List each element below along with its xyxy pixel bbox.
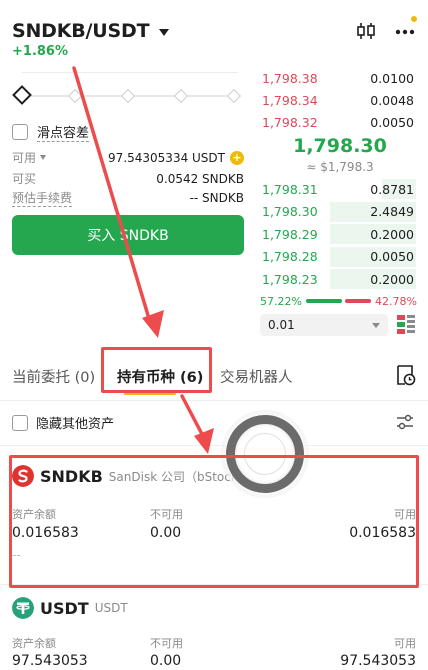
filter-sliders-icon[interactable] [395,412,415,432]
slippage-checkbox[interactable] [12,124,28,140]
buy-ratio-bar [305,299,342,303]
asset-symbol: USDT [40,598,89,618]
depth-value: 0.01 [268,318,295,332]
slider-node-50[interactable] [120,88,136,104]
available-row: 可用 97.54305334 USDT + [12,149,244,166]
mid-price-fiat: ≈ $1,798.3 [306,160,374,174]
buy-ratio: 57.22% [260,294,302,308]
ask-row[interactable]: 1,798.38 0.0100 [260,67,416,89]
sell-ratio: 42.78% [374,294,417,308]
bid-row[interactable]: 1,798.28 0.0050 [260,246,416,268]
hide-other-assets-toggle[interactable]: 隐藏其他资产 [12,413,114,432]
ask-price: 1,798.38 [262,70,318,86]
candlestick-icon[interactable] [356,21,376,41]
bid-price: 1,798.23 [262,271,318,287]
fee-label: 预估手续费 [12,191,73,207]
bid-qty: 0.2000 [370,226,414,242]
pair-title: SNDKB/USDT [12,20,150,42]
annotation-highlight-tab [101,347,212,393]
divider [0,400,428,401]
bid-qty: 0.8781 [370,181,414,197]
can-buy-value: 0.0542 SNDKB [156,171,244,186]
bid-qty: 0.2000 [370,271,414,287]
can-buy-label: 可买 [12,172,37,186]
chevron-down-icon [40,155,47,160]
hide-other-assets-label: 隐藏其他资产 [36,417,115,432]
unavailable-label: 不可用 [150,637,183,650]
available-value: 97.543053 [340,653,416,669]
chevron-down-icon [159,28,170,36]
balance-label: 资产余额 [12,637,56,650]
unavailable-value: 0.00 [150,653,182,669]
available-label: 可用 [12,151,37,165]
notification-dot [411,16,417,22]
chevron-down-icon [372,322,380,328]
add-funds-icon[interactable]: + [230,150,244,165]
hide-other-assets-checkbox[interactable] [12,414,28,431]
annotation-arrowhead [142,310,164,338]
asset-header-usdt[interactable]: USDT USDT [12,597,128,619]
ask-qty: 0.0048 [370,92,414,108]
bid-row[interactable]: 1,798.31 0.8781 [260,178,416,200]
depth-precision-select[interactable]: 0.01 [260,314,388,336]
bid-price: 1,798.30 [262,204,318,219]
slider-node-100[interactable] [226,88,242,104]
annotation-arrowhead [194,428,214,454]
fee-row: 预估手续费 -- SNDKB [12,189,244,207]
ask-price: 1,798.34 [262,92,318,108]
fee-value: -- SNDKB [189,191,244,205]
annotation-arrow-line [180,394,206,440]
bid-qty: 2.4849 [370,204,414,219]
buy-sell-ratio: 57.22% 42.78% [260,294,418,308]
bid-row[interactable]: 1,798.23 0.2000 [260,268,416,290]
bid-price: 1,798.29 [262,226,318,242]
available-value: 97.54305334 USDT [108,150,225,165]
balance-value: 97.543053 [12,653,88,669]
more-dots-icon[interactable] [394,20,416,42]
slider-node-25[interactable] [67,88,83,104]
ask-qty: 0.0050 [370,114,414,130]
divider [0,445,428,446]
ask-price: 1,798.32 [262,114,318,130]
tether-logo-icon [12,597,34,619]
sell-ratio-bar [344,299,371,303]
orderbook-layout-icon[interactable] [396,313,416,335]
pair-selector[interactable]: SNDKB/USDT [12,20,170,42]
bid-qty: 0.0050 [370,249,414,264]
mid-price: 1,798.30 [293,135,387,157]
price-change: +1.86% [12,44,68,59]
buy-button[interactable]: 买入 SNDKB [12,215,244,255]
available-label: 可用 [394,637,416,650]
can-buy-row: 可买 0.0542 SNDKB [12,170,244,187]
slippage-label: 滑点容差 [37,122,90,142]
ask-row[interactable]: 1,798.34 0.0048 [260,89,416,111]
ask-qty: 0.0100 [370,70,414,86]
bid-price: 1,798.31 [262,181,318,197]
annotation-highlight-asset [9,455,419,588]
available-selector[interactable]: 可用 [12,149,47,166]
order-history-icon[interactable] [394,364,416,386]
slider-node-75[interactable] [173,88,189,104]
bid-row[interactable]: 1,798.30 2.4849 [260,201,416,223]
bid-price: 1,798.28 [262,249,318,264]
tab-trading-bots[interactable]: 交易机器人 [220,366,293,387]
bid-row[interactable]: 1,798.29 0.2000 [260,223,416,245]
slippage-toggle[interactable]: 滑点容差 [12,122,90,142]
ask-row[interactable]: 1,798.32 0.0050 [260,111,416,133]
asset-name: USDT [94,601,128,615]
slider-handle[interactable] [12,85,32,105]
divider [22,72,238,73]
tab-open-orders[interactable]: 当前委托 (0) [12,366,95,387]
